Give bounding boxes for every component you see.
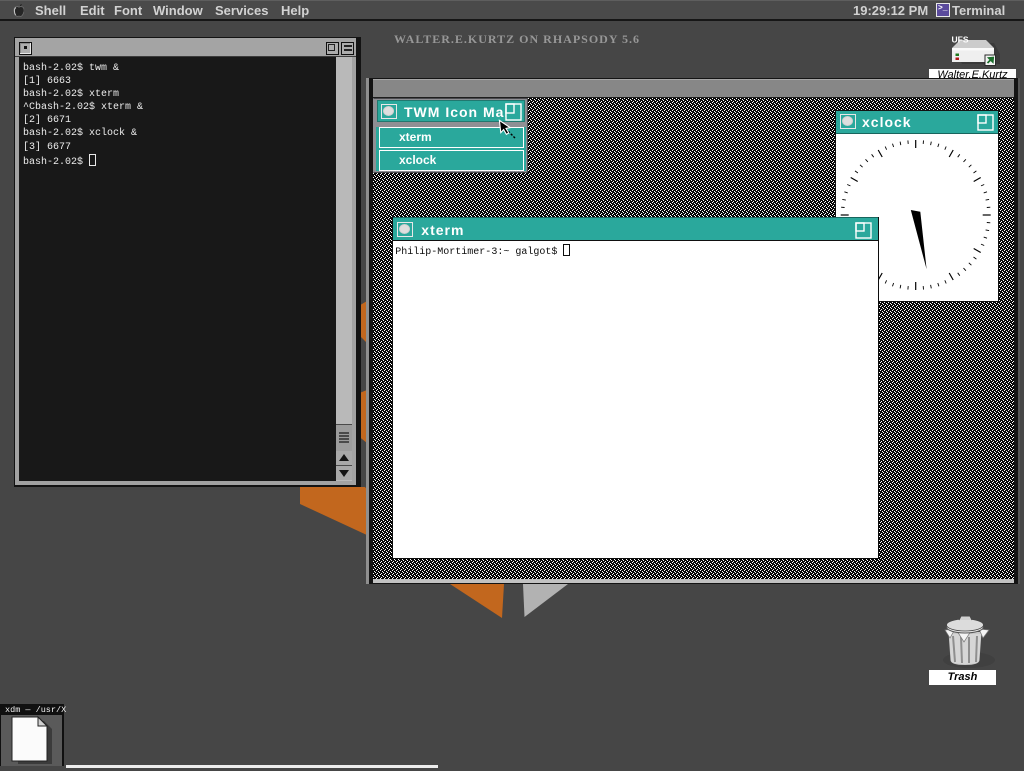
- svg-text:UFS: UFS: [952, 35, 969, 45]
